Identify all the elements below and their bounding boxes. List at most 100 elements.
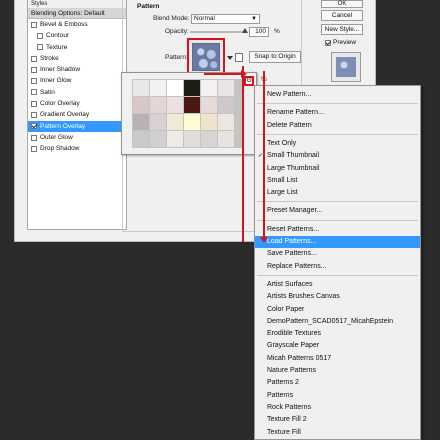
style-item[interactable]: Satin (28, 87, 126, 98)
new-preset-icon[interactable] (235, 53, 243, 62)
menu-item[interactable]: Delete Pattern (255, 120, 420, 132)
menu-item[interactable]: Grayscale Paper (255, 340, 420, 352)
style-item[interactable]: Contour (28, 30, 126, 41)
style-checkbox[interactable] (31, 145, 37, 152)
menu-separator (257, 219, 418, 221)
menu-item[interactable]: Erodible Textures (255, 328, 420, 340)
menu-item[interactable]: Text Only (255, 138, 420, 150)
menu-item[interactable]: Patterns 2 (255, 377, 420, 389)
style-item[interactable]: Gradient Overlay (28, 109, 126, 120)
menu-item[interactable]: Load Patterns... (255, 236, 420, 249)
pattern-swatch-option[interactable] (150, 97, 166, 113)
menu-item[interactable]: Color Paper (255, 304, 420, 316)
pattern-swatch-option[interactable] (133, 80, 149, 96)
menu-item[interactable]: Reset Patterns... (255, 224, 420, 236)
pattern-swatch-option[interactable] (218, 80, 234, 96)
pattern-swatch[interactable] (187, 38, 225, 76)
menu-item[interactable]: Texture Fill 2 (255, 414, 420, 426)
style-item-label: Inner Glow (40, 77, 72, 85)
blending-options-item[interactable]: Blending Options: Default (28, 8, 126, 19)
menu-item-label: Small Thumbnail (267, 152, 320, 160)
menu-item[interactable]: Preset Manager... (255, 205, 420, 217)
style-item[interactable]: Texture (28, 42, 126, 53)
style-checkbox[interactable] (31, 89, 37, 96)
opacity-slider-thumb[interactable] (242, 28, 248, 33)
menu-item-label: Small List (267, 176, 298, 184)
menu-item-label: Preset Manager... (267, 207, 323, 215)
snap-to-origin-button[interactable]: Snap to Origin (249, 51, 301, 63)
menu-item[interactable]: Rock Patterns (255, 402, 420, 414)
pattern-swatch-option[interactable] (150, 114, 166, 130)
style-item[interactable]: Color Overlay (28, 98, 126, 109)
pattern-swatch-option[interactable] (167, 131, 183, 147)
style-checkbox[interactable] (31, 55, 37, 62)
blend-mode-select[interactable]: Normal ▼ (191, 14, 260, 24)
style-item[interactable]: Pattern Overlay (28, 120, 126, 132)
pattern-swatch-option[interactable] (167, 97, 183, 113)
style-checkbox[interactable] (31, 21, 37, 28)
style-item[interactable]: Inner Shadow (28, 64, 126, 75)
pattern-swatch-option[interactable] (150, 131, 166, 147)
preview-checkbox[interactable] (325, 39, 331, 46)
cancel-button[interactable]: Cancel (321, 10, 363, 21)
preview-toggle[interactable]: Preview (325, 39, 356, 46)
menu-item[interactable]: ✓ Small Thumbnail (255, 150, 420, 162)
menu-item[interactable]: Rename Pattern... (255, 107, 420, 119)
menu-item[interactable]: New Pattern... (255, 89, 420, 101)
style-checkbox[interactable] (31, 66, 37, 73)
pattern-swatch-option[interactable] (201, 80, 217, 96)
pattern-swatch-option[interactable] (184, 114, 200, 130)
pattern-swatch-option[interactable] (184, 97, 200, 113)
menu-item[interactable]: Artists Brushes Canvas (255, 291, 420, 303)
pattern-swatch-option[interactable] (201, 97, 217, 113)
pattern-swatch-option[interactable] (218, 131, 234, 147)
pattern-swatch-option[interactable] (150, 80, 166, 96)
pattern-swatch-option[interactable] (133, 114, 149, 130)
style-checkbox[interactable] (31, 100, 37, 107)
pattern-swatch-option[interactable] (218, 114, 234, 130)
pattern-swatch-option[interactable] (167, 80, 183, 96)
menu-item-label: Large List (267, 189, 298, 197)
pattern-swatch-option[interactable] (184, 80, 200, 96)
pattern-swatch-option[interactable] (201, 131, 217, 147)
ok-button[interactable]: OK (321, 0, 363, 8)
style-checkbox[interactable] (31, 112, 37, 119)
menu-item-label: Artist Surfaces (267, 280, 313, 288)
menu-item[interactable]: Replace Patterns... (255, 261, 420, 273)
menu-item[interactable]: Large List (255, 187, 420, 199)
pattern-swatch-option[interactable] (201, 114, 217, 130)
pattern-swatch-option[interactable] (218, 97, 234, 113)
style-checkbox[interactable] (31, 134, 37, 141)
style-checkbox[interactable] (31, 78, 37, 85)
opacity-slider[interactable] (190, 28, 248, 33)
pattern-swatch-option[interactable] (133, 97, 149, 113)
menu-item[interactable]: Small List (255, 175, 420, 187)
style-checkbox[interactable] (31, 123, 37, 130)
menu-item[interactable]: DemoPattern_SCAD0517_MicahEpstein (255, 316, 420, 328)
pattern-swatch-option[interactable] (133, 131, 149, 147)
style-item-label: Texture (46, 43, 68, 51)
style-item[interactable]: Stroke (28, 53, 126, 64)
style-item[interactable]: Bevel & Emboss (28, 19, 126, 30)
menu-item[interactable]: Micah Patterns 0517 (255, 353, 420, 365)
pattern-swatch-option[interactable] (184, 131, 200, 147)
menu-item[interactable]: Artist Surfaces (255, 279, 420, 291)
new-style-button[interactable]: New Style... (321, 24, 363, 35)
menu-item-label: Color Paper (267, 305, 305, 313)
menu-item[interactable]: Large Thumbnail (255, 163, 420, 175)
menu-item[interactable]: Nature Patterns (255, 365, 420, 377)
menu-item-label: Nature Patterns (267, 367, 317, 374)
pattern-dropdown-arrow-icon[interactable] (227, 56, 233, 60)
menu-item[interactable]: Texture Fill (255, 427, 420, 439)
pattern-swatch-option[interactable] (167, 114, 183, 130)
menu-item[interactable]: Patterns (255, 390, 420, 402)
style-checkbox[interactable] (37, 44, 43, 51)
style-item[interactable]: Drop Shadow (28, 143, 126, 154)
style-item[interactable]: Outer Glow (28, 132, 126, 143)
style-item[interactable]: Inner Glow (28, 75, 126, 86)
menu-item-label: Grayscale Paper (267, 342, 320, 350)
style-checkbox[interactable] (37, 32, 43, 39)
menu-item[interactable]: Save Patterns... (255, 248, 420, 260)
opacity-input[interactable]: 100 (249, 27, 269, 37)
pattern-options-menu: New Pattern... Rename Pattern... Delete Pa… (254, 85, 421, 440)
